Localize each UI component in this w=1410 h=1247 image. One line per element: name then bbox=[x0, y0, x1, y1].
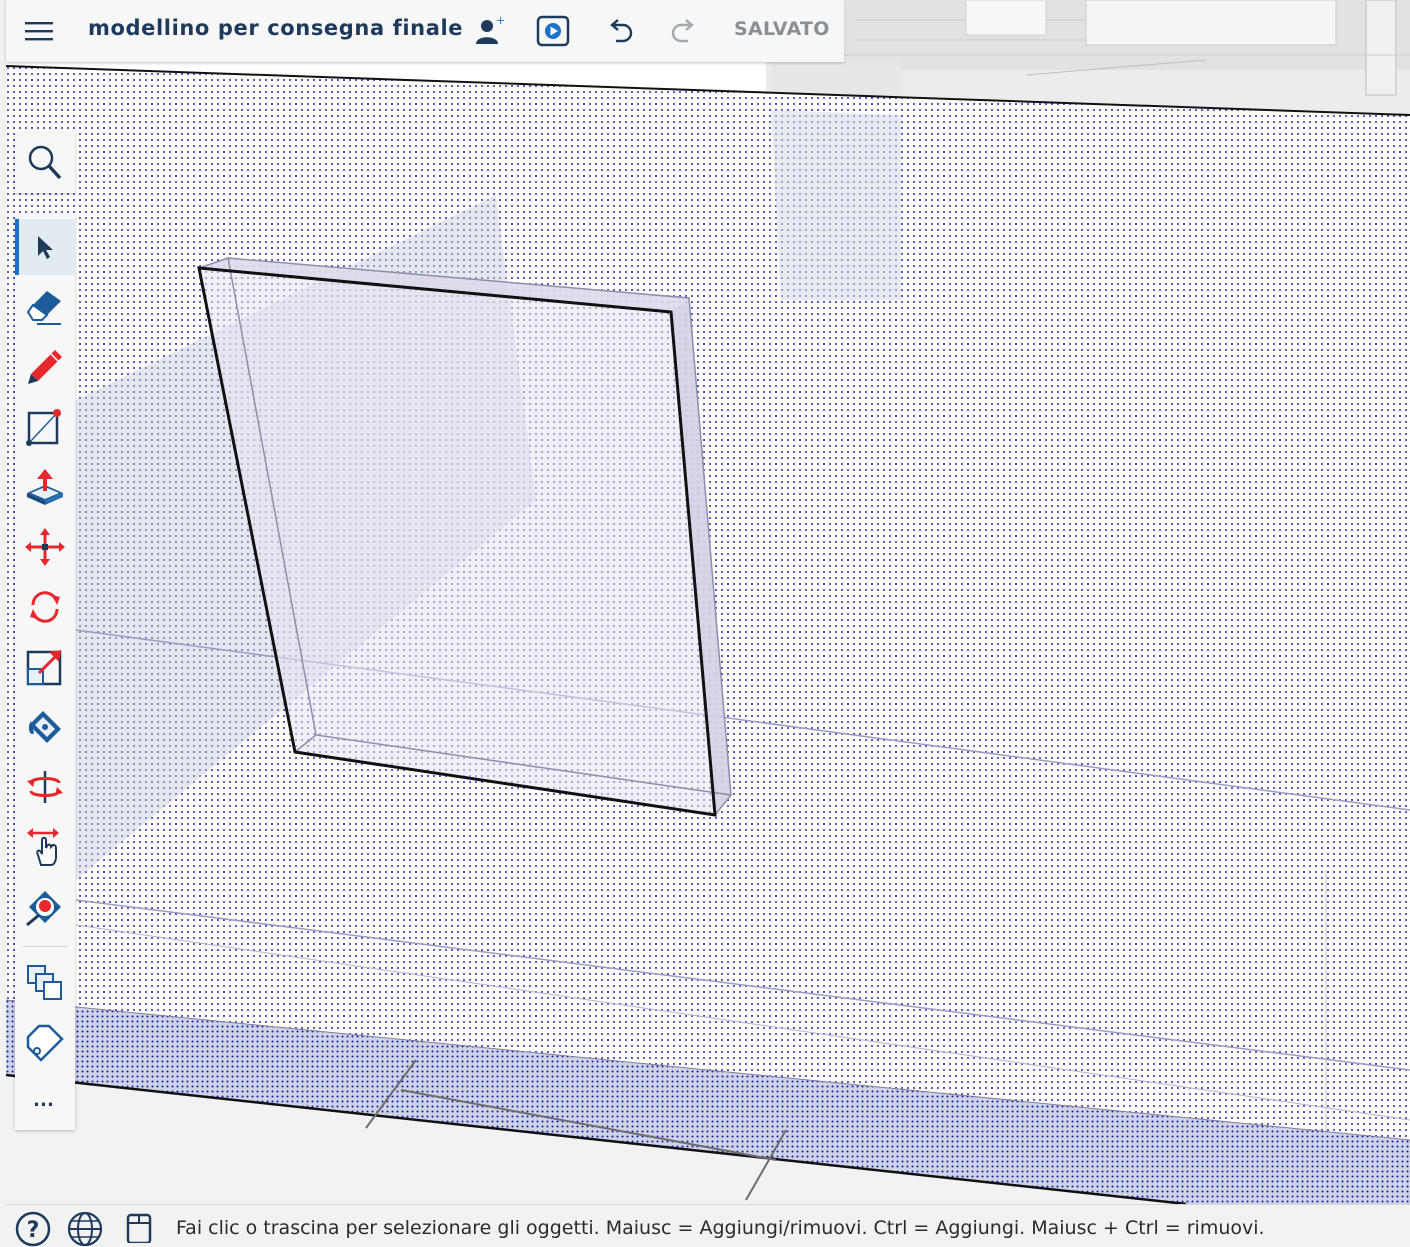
status-hint-text: Fai clic o trascina per selezionare gli … bbox=[176, 1217, 1265, 1239]
model-title[interactable]: modellino per consegna finale bbox=[88, 16, 463, 40]
eraser-icon bbox=[26, 291, 61, 325]
components-tool-button[interactable] bbox=[15, 955, 75, 1011]
geo-location-icon bbox=[67, 1211, 103, 1247]
svg-text:?: ? bbox=[27, 1218, 40, 1243]
scene-canvas[interactable] bbox=[6, 0, 1410, 1204]
move-arrows-icon bbox=[25, 528, 65, 566]
toolbar-divider bbox=[23, 946, 67, 947]
help-button[interactable]: ? bbox=[14, 1211, 52, 1247]
search-tool-button[interactable] bbox=[15, 135, 75, 191]
move-tool-button[interactable] bbox=[15, 519, 75, 575]
push-pull-tool-button[interactable] bbox=[15, 459, 75, 515]
redo-button[interactable] bbox=[664, 11, 704, 51]
model-viewport[interactable] bbox=[6, 0, 1410, 1204]
search-panel bbox=[15, 133, 75, 193]
tape-measure-icon bbox=[26, 891, 61, 927]
search-icon bbox=[28, 145, 62, 180]
pencil-icon bbox=[28, 350, 62, 384]
orbit-icon bbox=[27, 771, 63, 803]
tag-tool-button[interactable] bbox=[15, 1015, 75, 1071]
present-button[interactable] bbox=[533, 11, 573, 51]
tool-palette: … bbox=[15, 215, 75, 1130]
components-icon bbox=[27, 965, 62, 1000]
menu-icon bbox=[25, 22, 53, 41]
status-bar: ? Fai clic o trascina per selezionare gl… bbox=[6, 1204, 1410, 1247]
undo-icon bbox=[610, 19, 633, 43]
menu-button[interactable] bbox=[19, 11, 59, 51]
orbit-tool-button[interactable] bbox=[15, 759, 75, 815]
present-play-icon bbox=[536, 15, 570, 47]
rectangle-shape-icon bbox=[26, 409, 61, 446]
pan-tool-button[interactable] bbox=[15, 819, 75, 875]
push-pull-icon bbox=[27, 469, 63, 505]
eraser-tool-button[interactable] bbox=[15, 279, 75, 335]
rotate-tool-button[interactable] bbox=[15, 579, 75, 635]
shapes-tool-button[interactable] bbox=[15, 399, 75, 455]
svg-text:+: + bbox=[496, 16, 504, 27]
more-tools-ellipsis: … bbox=[32, 1086, 58, 1111]
paint-bucket-tool-button[interactable] bbox=[15, 699, 75, 755]
credits-icon bbox=[126, 1213, 152, 1243]
pencil-line-tool-button[interactable] bbox=[15, 339, 75, 395]
redo-icon bbox=[671, 19, 694, 43]
help-icon: ? bbox=[15, 1211, 51, 1247]
tag-icon bbox=[26, 1024, 64, 1062]
select-tool-button[interactable] bbox=[15, 219, 75, 275]
geo-location-button[interactable] bbox=[66, 1211, 104, 1247]
scale-icon bbox=[26, 650, 62, 686]
select-arrow-icon bbox=[38, 236, 53, 259]
paint-bucket-icon bbox=[28, 711, 61, 743]
add-collaborator-icon: + bbox=[476, 16, 504, 44]
save-status-label: SALVATO bbox=[734, 18, 830, 40]
credits-button[interactable] bbox=[120, 1211, 158, 1243]
rotate-icon bbox=[30, 591, 60, 623]
scale-tool-button[interactable] bbox=[15, 639, 75, 695]
top-header-bar: modellino per consegna finale + SALVATO bbox=[6, 0, 844, 62]
tape-measure-tool-button[interactable] bbox=[15, 879, 75, 935]
add-collaborator-button[interactable]: + bbox=[469, 11, 509, 51]
pan-hand-icon bbox=[27, 828, 59, 866]
undo-button[interactable] bbox=[600, 11, 640, 51]
more-tools-button[interactable]: … bbox=[15, 1071, 75, 1127]
